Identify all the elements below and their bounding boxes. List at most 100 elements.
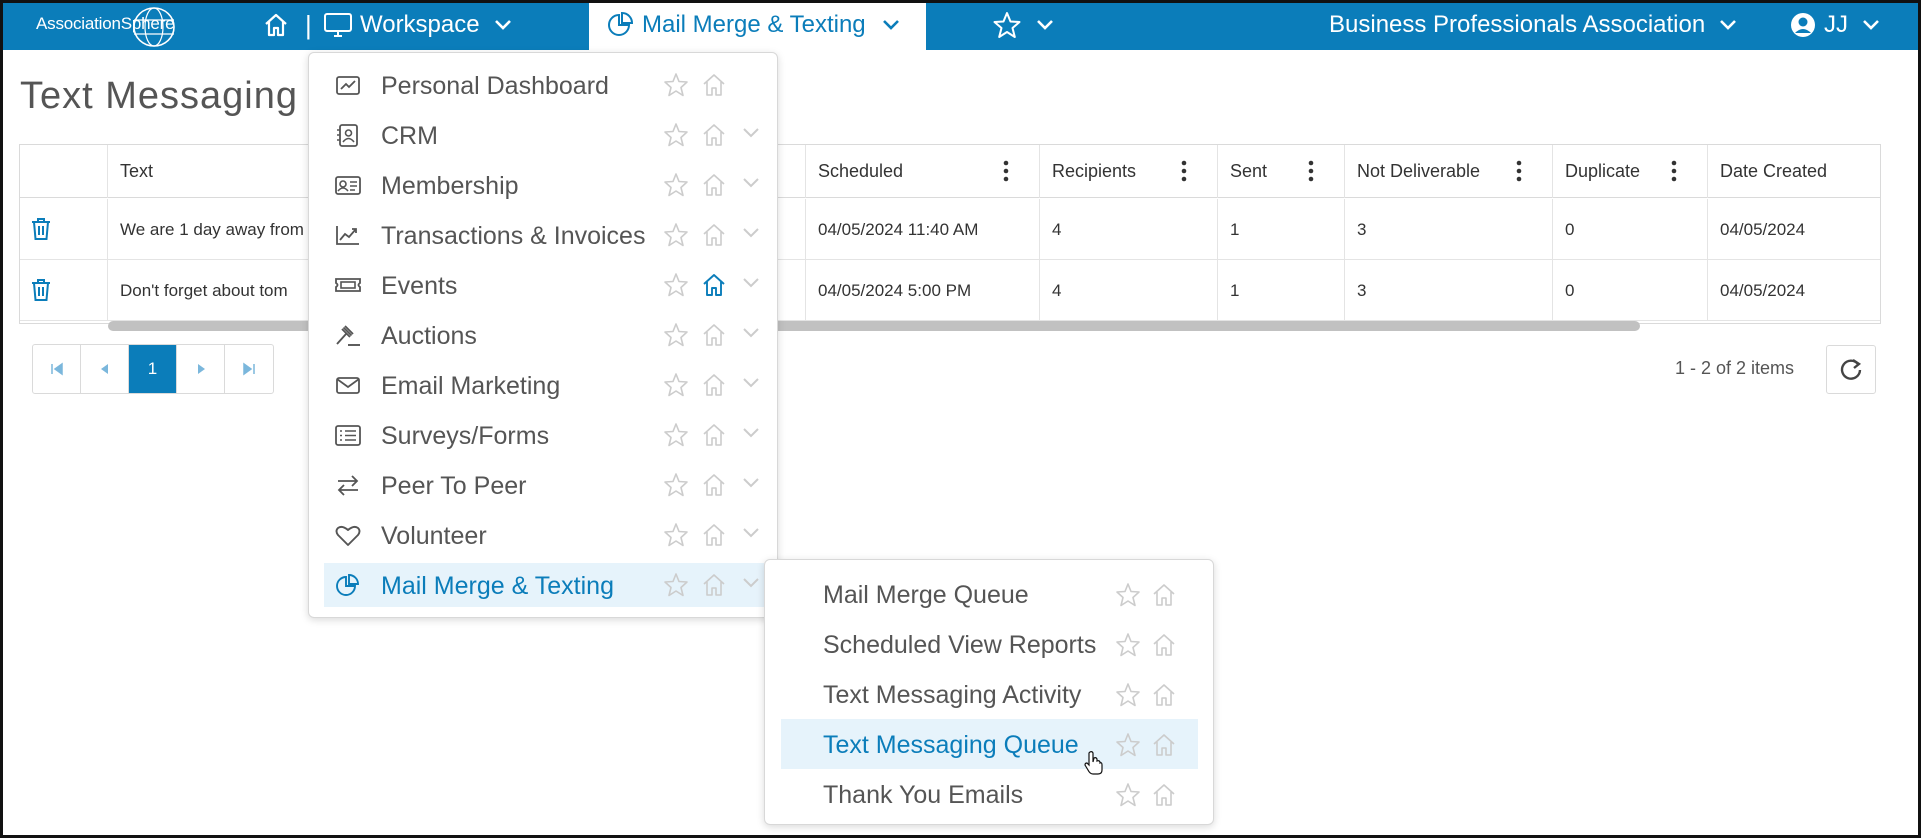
trash-icon[interactable] — [31, 217, 51, 241]
star-icon[interactable] — [1115, 632, 1141, 658]
next-page-button[interactable] — [177, 345, 225, 393]
home-icon[interactable] — [701, 122, 727, 148]
star-icon[interactable] — [663, 572, 689, 598]
star-icon[interactable] — [1115, 732, 1141, 758]
chevron-down-icon[interactable] — [742, 577, 760, 589]
column-header-scheduled[interactable]: Scheduled — [805, 145, 1039, 198]
menu-item[interactable]: Auctions — [324, 313, 764, 357]
submenu-item[interactable]: Thank You Emails — [781, 769, 1198, 819]
star-icon[interactable] — [1115, 782, 1141, 808]
star-icon[interactable] — [663, 322, 689, 348]
star-icon[interactable] — [663, 272, 689, 298]
previous-page-button[interactable] — [81, 345, 129, 393]
home-icon[interactable] — [701, 222, 727, 248]
menu-item[interactable]: Peer To Peer — [324, 463, 764, 507]
refresh-button[interactable] — [1826, 345, 1876, 394]
home-icon[interactable] — [1151, 682, 1177, 708]
page-number-button[interactable]: 1 — [129, 345, 177, 393]
menu-item[interactable]: Volunteer — [324, 513, 764, 557]
user-menu[interactable]: JJ — [1790, 0, 1880, 50]
column-header-label: Not Deliverable — [1357, 161, 1481, 181]
star-icon[interactable] — [1115, 682, 1141, 708]
star-icon[interactable] — [663, 222, 689, 248]
mail-merge-texting-menu[interactable]: Mail Merge & Texting — [589, 0, 926, 50]
submenu-item[interactable]: Scheduled View Reports — [781, 619, 1198, 669]
home-icon[interactable] — [701, 322, 727, 348]
gavel-icon — [336, 325, 360, 346]
menu-item-label: Transactions & Invoices — [381, 222, 646, 250]
home-icon[interactable] — [701, 572, 727, 598]
chevron-down-icon[interactable] — [742, 127, 760, 139]
trash-icon[interactable] — [31, 278, 51, 302]
last-page-button[interactable] — [225, 345, 273, 393]
chevron-down-icon[interactable] — [742, 177, 760, 189]
chevron-down-icon — [1863, 20, 1879, 30]
page-title: Text Messaging — [20, 75, 299, 117]
column-header-not-deliverable[interactable]: Not Deliverable — [1344, 145, 1552, 198]
column-menu-icon[interactable] — [1003, 159, 1009, 183]
chevron-down-icon[interactable] — [742, 427, 760, 439]
menu-item-label: Peer To Peer — [381, 472, 527, 500]
menu-item[interactable]: CRM — [324, 113, 764, 157]
menu-item[interactable]: Surveys/Forms — [324, 413, 764, 457]
envelope-icon — [336, 377, 360, 394]
cell-scheduled: 04/05/2024 5:00 PM — [805, 260, 1039, 321]
table-row: Don't forget about tom 04/05/2024 5:00 P… — [20, 260, 1880, 321]
star-icon[interactable] — [663, 422, 689, 448]
home-icon[interactable] — [701, 72, 727, 98]
home-icon[interactable] — [1151, 632, 1177, 658]
column-menu-icon[interactable] — [1308, 159, 1314, 183]
star-icon[interactable] — [663, 472, 689, 498]
menu-item[interactable]: Transactions & Invoices — [324, 213, 764, 257]
home-icon[interactable] — [701, 522, 727, 548]
chevron-down-icon[interactable] — [742, 227, 760, 239]
chevron-down-icon[interactable] — [742, 277, 760, 289]
home-icon[interactable] — [701, 272, 727, 298]
column-header-sent[interactable]: Sent — [1217, 145, 1344, 198]
favorites-menu[interactable] — [992, 0, 1054, 50]
home-icon[interactable] — [701, 422, 727, 448]
chevron-down-icon[interactable] — [742, 527, 760, 539]
column-menu-icon[interactable] — [1516, 159, 1522, 183]
column-menu-icon[interactable] — [1181, 159, 1187, 183]
menu-item-label: CRM — [381, 122, 438, 150]
chevron-down-icon[interactable] — [742, 377, 760, 389]
home-button[interactable] — [262, 0, 290, 50]
menu-item[interactable]: Personal Dashboard — [324, 63, 764, 107]
chevron-down-icon — [882, 20, 899, 30]
star-icon[interactable] — [663, 72, 689, 98]
column-header-duplicate[interactable]: Duplicate — [1552, 145, 1707, 198]
menu-item[interactable]: Mail Merge & Texting — [324, 563, 764, 607]
menu-item[interactable]: Email Marketing — [324, 363, 764, 407]
home-icon[interactable] — [1151, 582, 1177, 608]
menu-item[interactable]: Membership — [324, 163, 764, 207]
home-icon[interactable] — [1151, 782, 1177, 808]
cell-duplicate: 0 — [1552, 199, 1707, 260]
home-icon[interactable] — [701, 472, 727, 498]
home-icon[interactable] — [701, 172, 727, 198]
submenu-item[interactable]: Text Messaging Queue — [781, 719, 1198, 769]
association-sphere-logo[interactable]: AssociationSphere — [36, 6, 186, 47]
submenu-item[interactable]: Text Messaging Activity — [781, 669, 1198, 719]
chevron-down-icon[interactable] — [742, 327, 760, 339]
column-header-date-created[interactable]: Date Created — [1707, 145, 1880, 198]
star-icon[interactable] — [663, 172, 689, 198]
star-icon[interactable] — [663, 122, 689, 148]
star-icon[interactable] — [1115, 582, 1141, 608]
home-icon[interactable] — [1151, 732, 1177, 758]
workspace-menu[interactable]: Workspace — [323, 0, 512, 50]
column-header-recipients[interactable]: Recipients — [1039, 145, 1217, 198]
star-icon[interactable] — [663, 522, 689, 548]
chevron-down-icon[interactable] — [742, 477, 760, 489]
column-menu-icon[interactable] — [1671, 159, 1677, 183]
chevron-down-icon — [1037, 20, 1053, 30]
menu-item[interactable]: Events — [324, 263, 764, 307]
submenu-item[interactable]: Mail Merge Queue — [781, 569, 1198, 619]
organization-menu[interactable]: Business Professionals Association — [1329, 0, 1737, 50]
star-icon[interactable] — [663, 372, 689, 398]
home-icon[interactable] — [701, 372, 727, 398]
menu-item-label: Volunteer — [381, 522, 487, 550]
user-initials: JJ — [1824, 11, 1848, 38]
first-page-button[interactable] — [33, 345, 81, 393]
column-header-label: Scheduled — [818, 161, 904, 181]
